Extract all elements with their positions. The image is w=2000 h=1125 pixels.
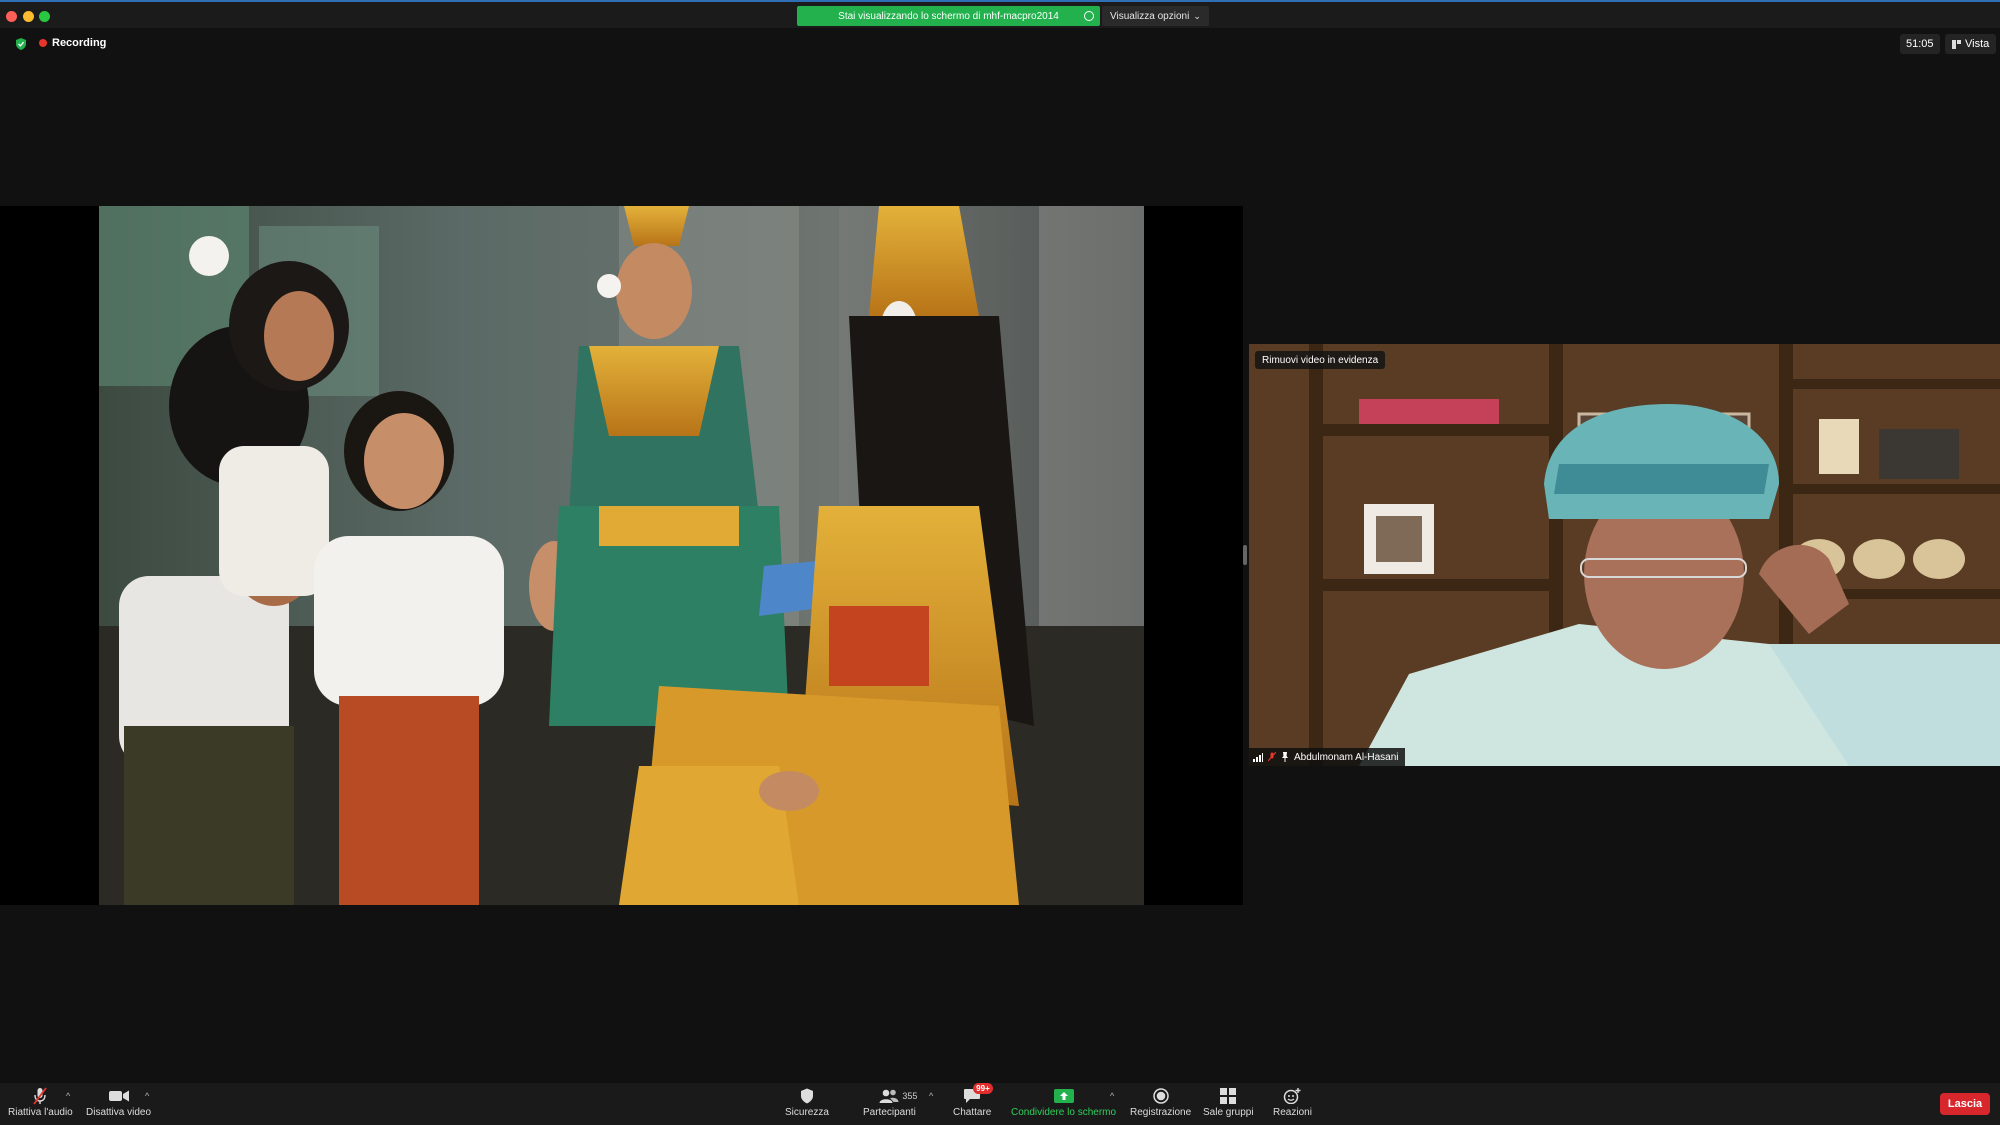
chat-unread-badge: 99+ <box>973 1083 993 1094</box>
breakout-grid-icon <box>1217 1087 1239 1105</box>
reactions-label: Reazioni <box>1273 1107 1312 1118</box>
view-options-label: Visualizza opzioni <box>1110 10 1190 22</box>
video-options-caret-icon[interactable]: ^ <box>145 1091 149 1101</box>
leave-meeting-label: Lascia <box>1947 1098 1983 1110</box>
chat-label: Chattare <box>953 1107 992 1118</box>
remove-spotlight-button[interactable]: Rimuovi video in evidenza <box>1255 351 1386 369</box>
record-icon <box>1150 1087 1172 1105</box>
record-label: Registrazione <box>1130 1107 1192 1118</box>
view-options-button[interactable]: Visualizza opzioni ⌄ <box>1102 6 1209 26</box>
reactions-button[interactable]: Reazioni <box>1273 1087 1312 1118</box>
resize-splitter-handle[interactable] <box>1243 545 1247 565</box>
video-camera-icon <box>108 1087 130 1105</box>
recording-indicator[interactable]: Recording <box>39 37 106 49</box>
stop-video-button[interactable]: Disattiva video <box>86 1087 151 1118</box>
recording-dot-icon <box>39 39 47 47</box>
shield-icon <box>796 1087 818 1105</box>
screen-share-banner: Stai visualizzando lo schermo di mhf-mac… <box>797 6 1100 26</box>
shield-check-icon[interactable] <box>14 37 28 51</box>
chat-button[interactable]: 99+ Chattare <box>953 1083 993 1118</box>
remove-spotlight-label: Rimuovi video in evidenza <box>1262 354 1379 366</box>
view-button-label: Vista <box>1965 38 1990 50</box>
participant-video-frame <box>1249 344 2000 766</box>
share-screen-icon <box>1053 1087 1075 1105</box>
security-label: Sicurezza <box>785 1107 829 1118</box>
audio-options-caret-icon[interactable]: ^ <box>66 1091 70 1101</box>
participant-video-tile[interactable]: Rimuovi video in evidenza Abdulmonam Al-… <box>1249 344 2000 766</box>
view-grid-icon <box>1952 39 1961 49</box>
unmute-button[interactable]: Riattiva l'audio <box>8 1087 73 1118</box>
stop-video-label: Disattiva video <box>86 1107 152 1118</box>
window-titlebar: Stai visualizzando lo schermo di mhf-mac… <box>0 0 2000 28</box>
participants-button[interactable]: 355 Partecipanti <box>863 1087 917 1118</box>
participants-count: 355 <box>902 1091 918 1101</box>
participants-icon: 355 <box>878 1087 917 1105</box>
security-button[interactable]: Sicurezza <box>785 1087 829 1118</box>
meeting-toolbar: Riattiva l'audio ^ Disattiva video ^ Sic… <box>0 1083 2000 1125</box>
shared-screen <box>0 206 1243 905</box>
view-button[interactable]: Vista <box>1945 34 1997 54</box>
zoom-window-button[interactable] <box>39 11 50 22</box>
shared-photo <box>99 206 1144 905</box>
share-indicator-icon <box>1084 11 1094 21</box>
participant-name: Abdulmonam Al-Hasani <box>1294 751 1399 763</box>
pin-icon <box>1282 752 1288 762</box>
record-button[interactable]: Registrazione <box>1130 1087 1191 1118</box>
share-options-caret-icon[interactable]: ^ <box>1110 1091 1114 1101</box>
close-window-button[interactable] <box>6 11 17 22</box>
signal-bars-icon <box>1253 752 1263 762</box>
minimize-window-button[interactable] <box>23 11 34 22</box>
participants-options-caret-icon[interactable]: ^ <box>929 1091 933 1101</box>
muted-mic-icon <box>29 1087 51 1105</box>
share-screen-label: Condividere lo schermo <box>1011 1107 1117 1118</box>
participants-label: Partecipanti <box>863 1107 916 1118</box>
breakout-rooms-label: Sale gruppi <box>1203 1107 1254 1118</box>
breakout-rooms-button[interactable]: Sale gruppi <box>1203 1087 1254 1118</box>
muted-mic-icon <box>1268 752 1276 762</box>
leave-meeting-button[interactable]: Lascia <box>1940 1093 1990 1115</box>
screen-share-banner-text: Stai visualizzando lo schermo di mhf-mac… <box>838 10 1059 22</box>
chevron-down-icon: ⌄ <box>1193 10 1201 21</box>
emoji-plus-icon <box>1281 1087 1303 1105</box>
participant-name-tag: Abdulmonam Al-Hasani <box>1249 748 1405 766</box>
unmute-label: Riattiva l'audio <box>8 1107 73 1118</box>
share-screen-button[interactable]: Condividere lo schermo <box>1011 1087 1116 1118</box>
chat-bubble-icon: 99+ <box>961 1083 993 1105</box>
meeting-timer: 51:05 <box>1900 34 1940 54</box>
recording-label: Recording <box>52 37 107 49</box>
